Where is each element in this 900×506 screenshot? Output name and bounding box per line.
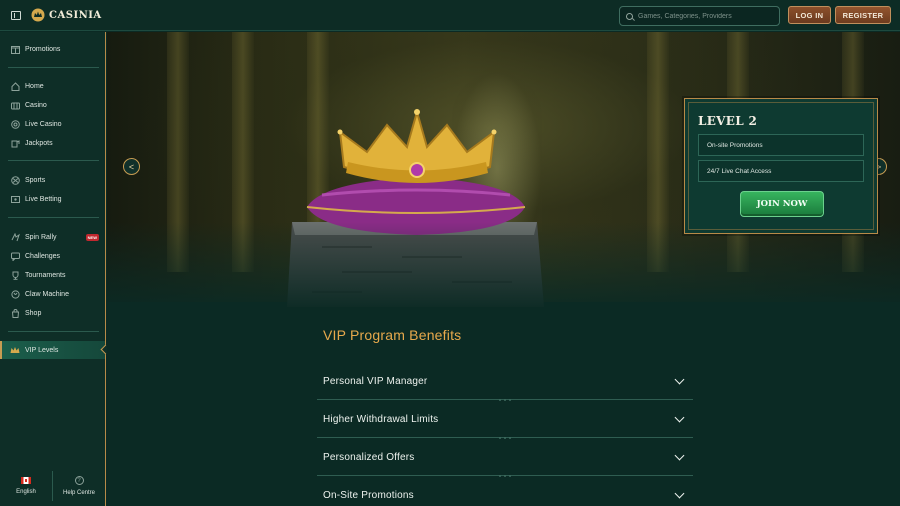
accordion-item-personal-vip-manager[interactable]: Personal VIP Manager — [317, 363, 693, 400]
sidebar-item-shop[interactable]: Shop — [0, 304, 105, 322]
sidebar: Promotions Home Casino Live Casino Jackp… — [0, 32, 106, 506]
level-benefit: 24/7 Live Chat Access — [698, 160, 864, 182]
sidebar-divider — [8, 217, 99, 218]
hero-fade — [107, 222, 900, 312]
help-icon: ? — [74, 476, 84, 485]
sidebar-item-label: Casino — [25, 101, 47, 109]
level-benefit: On-site Promotions — [698, 134, 864, 156]
sidebar-item-label: VIP Levels — [25, 346, 59, 354]
sidebar-item-label: Live Betting — [25, 195, 62, 203]
sidebar-item-sports[interactable]: Sports — [0, 171, 105, 189]
crown-icon — [10, 345, 20, 355]
new-badge: NEW — [85, 233, 99, 241]
home-icon — [10, 81, 20, 91]
accordion-item-on-site-promotions[interactable]: On-Site Promotions — [317, 477, 693, 506]
login-button[interactable]: LOG IN — [788, 6, 831, 24]
accordion-label: Higher Withdrawal Limits — [323, 413, 439, 425]
sidebar-item-promotions[interactable]: Promotions — [0, 40, 105, 58]
chevron-down-icon — [674, 412, 685, 422]
sidebar-item-live-betting[interactable]: Live Betting — [0, 190, 105, 208]
sidebar-item-vip-levels[interactable]: VIP Levels — [0, 341, 105, 359]
carousel-prev-button[interactable]: < — [123, 158, 140, 175]
main-content: < > LEVEL 2 On-site Promotions 24/7 Live… — [107, 32, 900, 506]
sidebar-item-label: Promotions — [25, 45, 61, 53]
accordion-item-personalized-offers[interactable]: Personalized Offers — [317, 439, 693, 476]
sidebar-item-claw-machine[interactable]: Claw Machine — [0, 285, 105, 303]
chevron-down-icon — [674, 450, 685, 460]
top-bar: CASINIA LOG IN REGISTER — [0, 0, 900, 31]
trophy-icon — [10, 270, 20, 280]
accordion-label: Personalized Offers — [323, 451, 415, 463]
join-now-button[interactable]: JOIN NOW — [740, 191, 824, 217]
register-button[interactable]: REGISTER — [835, 6, 891, 24]
accordion-item-higher-withdrawal-limits[interactable]: Higher Withdrawal Limits — [317, 401, 693, 438]
sidebar-divider — [8, 331, 99, 332]
sidebar-item-label: Tournaments — [25, 271, 66, 279]
sidebar-item-label: Shop — [25, 309, 42, 317]
sidebar-item-home[interactable]: Home — [0, 77, 105, 95]
sidebar-item-label: Jackpots — [25, 139, 53, 147]
chevron-down-icon — [674, 374, 685, 384]
sidebar-item-spin-rally[interactable]: Spin Rally NEW — [0, 228, 105, 246]
live-betting-icon — [10, 194, 20, 204]
sidebar-item-label: Challenges — [25, 252, 61, 260]
sidebar-item-label: Claw Machine — [25, 290, 69, 298]
sidebar-item-challenges[interactable]: Challenges — [0, 247, 105, 265]
gift-icon — [10, 44, 20, 54]
claw-machine-icon — [10, 289, 20, 299]
sports-icon — [10, 175, 20, 185]
spin-rally-icon — [10, 232, 20, 242]
sidebar-item-tournaments[interactable]: Tournaments — [0, 266, 105, 284]
search-box[interactable] — [619, 6, 780, 26]
sidebar-item-label: Live Casino — [25, 120, 62, 128]
sidebar-item-label: Home — [25, 82, 44, 90]
help-label: Help Centre — [62, 490, 95, 496]
sidebar-footer: English ? Help Centre — [0, 466, 105, 506]
brand-name: CASINIA — [49, 9, 102, 21]
search-input[interactable] — [638, 12, 778, 20]
jackpot-icon — [10, 138, 20, 148]
help-centre-link[interactable]: ? Help Centre — [53, 466, 105, 506]
accordion-label: On-Site Promotions — [323, 489, 414, 501]
sidebar-divider — [8, 67, 99, 68]
sidebar-item-live-casino[interactable]: Live Casino — [0, 115, 105, 133]
sidebar-item-jackpots[interactable]: Jackpots — [0, 134, 105, 152]
level-title: LEVEL 2 — [698, 114, 758, 128]
sidebar-item-label: Sports — [25, 176, 46, 184]
sidebar-item-casino[interactable]: Casino — [0, 96, 105, 114]
level-card: LEVEL 2 On-site Promotions 24/7 Live Cha… — [684, 98, 878, 234]
crown-logo-icon — [31, 8, 45, 22]
accordion-label: Personal VIP Manager — [323, 375, 428, 387]
benefits-title: VIP Program Benefits — [323, 327, 462, 343]
sidebar-divider — [8, 160, 99, 161]
search-icon — [626, 12, 633, 20]
chevron-down-icon — [674, 488, 685, 498]
sidebar-item-label: Spin Rally — [25, 233, 57, 241]
casino-icon — [10, 100, 20, 110]
sidebar-toggle-icon[interactable] — [11, 10, 21, 20]
canada-flag-icon — [21, 477, 31, 484]
language-selector[interactable]: English — [0, 466, 52, 506]
language-label: English — [16, 489, 36, 495]
brand-logo[interactable]: CASINIA — [31, 8, 102, 22]
shop-icon — [10, 308, 20, 318]
challenges-icon — [10, 251, 20, 261]
live-casino-icon — [10, 119, 20, 129]
